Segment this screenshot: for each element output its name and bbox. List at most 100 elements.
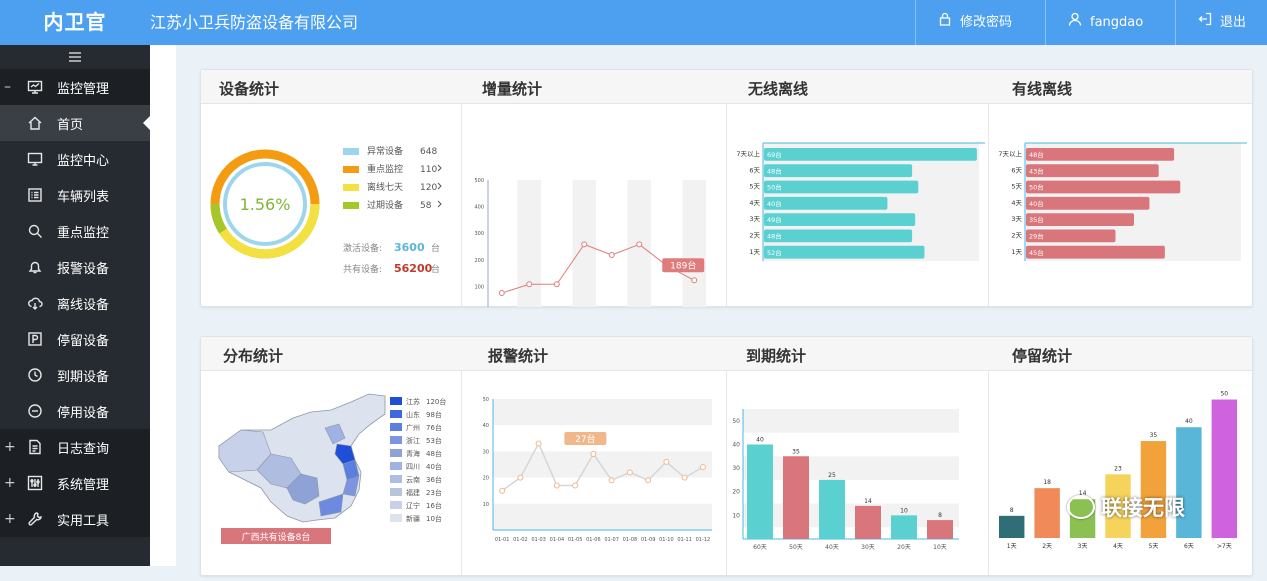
bar[interactable] — [783, 456, 809, 539]
chevron-right-icon[interactable] — [437, 182, 442, 190]
bar[interactable] — [1026, 148, 1175, 161]
data-point[interactable] — [499, 487, 506, 494]
data-point[interactable] — [663, 458, 670, 465]
y-tick-label: 50 — [483, 397, 489, 403]
sidebar-item-list[interactable]: 车辆列表 — [0, 177, 150, 213]
data-point[interactable] — [608, 252, 615, 259]
bar-label: 29台 — [1029, 232, 1044, 241]
bar[interactable] — [1211, 399, 1237, 538]
data-point[interactable] — [526, 281, 533, 288]
menu-toggle-icon[interactable] — [0, 45, 150, 69]
expand-icon[interactable]: + — [4, 511, 16, 527]
sidebar-item-bell[interactable]: 报警设备 — [0, 249, 150, 285]
data-point[interactable] — [581, 241, 588, 248]
x-tick-label: 01-06 — [586, 537, 601, 543]
distribution-card: 江苏 120台 山东 98台 广州 76台 浙江 53台 青海 48台 四川 40台 云南 36台 福建 23… — [201, 372, 461, 577]
map-legend-name: 福建 — [406, 488, 420, 497]
data-point[interactable] — [498, 290, 505, 297]
data-point[interactable] — [517, 474, 524, 481]
map-legend-swatch — [390, 423, 402, 431]
bar[interactable] — [891, 515, 917, 539]
title-stay-stats: 停留统计 — [1012, 347, 1073, 365]
data-point[interactable] — [681, 474, 688, 481]
user-menu[interactable]: fangdao — [1045, 0, 1175, 45]
data-point[interactable] — [572, 482, 579, 489]
sidebar-item-minus-circle[interactable]: 停用设备 — [0, 393, 150, 429]
map-legend-name: 山东 — [406, 410, 420, 419]
app-logo[interactable]: 内卫官 — [0, 0, 150, 45]
bar[interactable] — [764, 196, 888, 210]
data-point[interactable] — [608, 477, 615, 484]
y-tick-label: 4天 — [1011, 199, 1022, 207]
bar[interactable] — [1026, 164, 1159, 178]
sidebar-item-document[interactable]: + 日志查询 — [0, 429, 150, 465]
data-point[interactable] — [590, 451, 597, 458]
bar-label: 40台 — [1029, 199, 1044, 208]
data-point[interactable] — [626, 469, 633, 476]
bar[interactable] — [855, 505, 881, 539]
map-legend-value: 76台 — [426, 423, 442, 432]
data-point[interactable] — [645, 477, 652, 484]
sidebar-item-monitor[interactable]: – 监控管理 — [0, 69, 150, 105]
expand-icon[interactable]: + — [4, 439, 16, 455]
bar-label: 40台 — [767, 199, 782, 208]
y-tick-label: 30 — [483, 449, 489, 455]
bar[interactable] — [819, 479, 845, 539]
bar[interactable] — [747, 444, 773, 539]
bar[interactable] — [764, 180, 919, 194]
x-tick-label: 01-08 — [623, 537, 638, 543]
y-tick-label: 7天以上 — [736, 149, 760, 158]
bar[interactable] — [1026, 245, 1165, 259]
bar[interactable] — [764, 245, 925, 259]
map-legend-name: 江苏 — [406, 397, 420, 406]
legend-label: 过期设备 — [367, 199, 403, 211]
bar[interactable] — [764, 213, 916, 226]
data-point[interactable] — [535, 440, 542, 447]
change-password-button[interactable]: 修改密码 — [915, 0, 1045, 45]
total-devices-value: 56200 — [394, 262, 433, 275]
data-point[interactable] — [699, 464, 706, 471]
y-tick-label: 40 — [732, 441, 740, 448]
x-tick-label: 6天 — [1184, 543, 1194, 550]
chevron-right-icon[interactable] — [437, 164, 442, 172]
sidebar-item-settings-sliders[interactable]: + 系统管理 — [0, 465, 150, 501]
sidebar-item-label: 系统管理 — [57, 477, 110, 493]
bar[interactable] — [764, 148, 977, 161]
bar[interactable] — [1026, 180, 1181, 194]
bar[interactable] — [764, 164, 913, 178]
sidebar-item-display[interactable]: 监控中心 — [0, 141, 150, 177]
bar[interactable] — [999, 515, 1025, 538]
sidebar-item-parking[interactable]: 停留设备 — [0, 321, 150, 357]
bar-value-label: 10 — [900, 507, 908, 514]
x-tick-label: 20天 — [897, 544, 911, 551]
band — [682, 180, 706, 313]
bar[interactable] — [927, 520, 953, 539]
chevron-right-icon[interactable] — [437, 200, 442, 208]
sidebar-item-label: 停留设备 — [57, 333, 110, 349]
settings-sliders-icon — [26, 474, 44, 492]
sidebar-item-wrench[interactable]: + 实用工具 — [0, 501, 150, 537]
map-legend-swatch — [390, 436, 402, 444]
expand-icon[interactable]: + — [4, 475, 16, 491]
bar[interactable] — [764, 229, 913, 243]
bar[interactable] — [1026, 196, 1150, 210]
increment-chart: 1002003004005001月2月3月4月5月6月7月8月189台 — [474, 178, 708, 326]
legend-label: 离线七天 — [367, 181, 403, 193]
donut-percent: 1.56% — [240, 195, 291, 214]
sidebar-item-home[interactable]: 首页 — [0, 105, 150, 141]
data-point[interactable] — [636, 241, 643, 248]
map-legend-name: 青海 — [406, 449, 420, 458]
data-point[interactable] — [553, 281, 560, 288]
data-point[interactable] — [691, 277, 698, 284]
sidebar: – 监控管理 首页 监控中心 车辆列表 重点监控 报警设备 离线设备 停留设备 到期设备 停用设备 +… — [0, 45, 150, 566]
sidebar-item-clock[interactable]: 到期设备 — [0, 357, 150, 393]
sidebar-item-cloud-download[interactable]: 离线设备 — [0, 285, 150, 321]
collapse-icon[interactable]: – — [4, 79, 14, 95]
sidebar-item-label: 实用工具 — [57, 513, 110, 529]
data-point[interactable] — [553, 482, 560, 489]
bar[interactable] — [1034, 488, 1060, 538]
logout-button[interactable]: 退出 — [1175, 0, 1267, 45]
home-icon — [26, 114, 44, 132]
bar[interactable] — [1140, 441, 1167, 538]
sidebar-item-search[interactable]: 重点监控 — [0, 213, 150, 249]
